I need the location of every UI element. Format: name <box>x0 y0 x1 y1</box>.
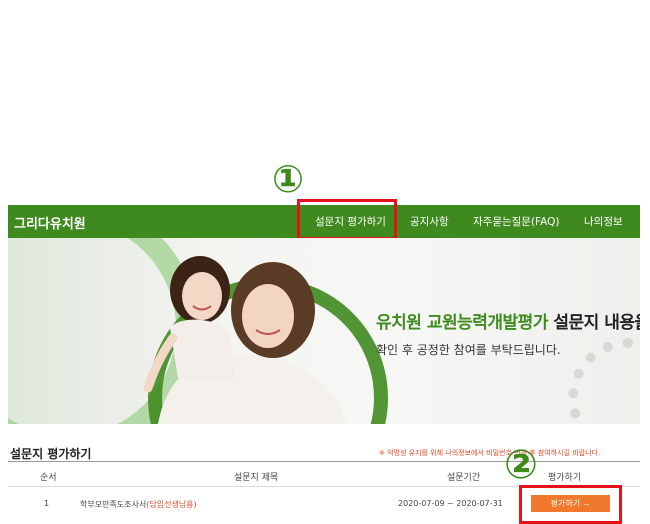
banner-headline: 유치원 교원능력개발평가 설문지 내용을 <box>376 308 640 333</box>
mother-daughter-illustration <box>143 256 346 424</box>
hero-banner: 유치원 교원능력개발평가 설문지 내용을 확인 후 공정한 참여를 부탁드립니다… <box>8 238 640 424</box>
step-1-marker: ① <box>272 157 305 201</box>
column-header-order: 순서 <box>40 473 57 483</box>
survey-title-text: 학부모만족도조사서 <box>80 500 147 509</box>
survey-target-text: (담임선생님용) <box>146 500 197 509</box>
section-title: 설문지 평가하기 <box>10 447 92 461</box>
step-2-marker: ② <box>504 442 538 488</box>
survey-table-header: 순서 설문지 제목 설문기간 평가하기 <box>8 461 640 487</box>
nav-item-notice[interactable]: 공지사항 <box>410 214 449 229</box>
banner-headline-tail: 설문지 내용을 <box>547 313 640 333</box>
column-header-evaluate: 평가하기 <box>548 473 582 483</box>
site-brand[interactable]: 그리다유치원 <box>14 213 86 232</box>
column-header-title: 설문지 제목 <box>234 473 279 483</box>
row-order-number: 1 <box>44 499 50 508</box>
banner-headline-highlight: 유치원 교원능력개발평가 <box>376 313 548 333</box>
nav-item-my-info[interactable]: 나의정보 <box>584 214 623 229</box>
banner-message: 유치원 교원능력개발평가 설문지 내용을 확인 후 공정한 참여를 부탁드립니다… <box>376 308 640 358</box>
column-header-period: 설문기간 <box>447 473 481 483</box>
row-survey-period: 2020-07-09 ~ 2020-07-31 <box>398 499 503 508</box>
row-survey-title[interactable]: 학부모만족도조사서(담임선생님용) <box>80 499 197 510</box>
anonymity-notice: ※ 익명성 유지를 위해 나의정보에서 비밀번호 변경 후 참여하시길 바랍니다… <box>379 449 601 457</box>
nav-item-faq[interactable]: 자주묻는질문(FAQ) <box>473 214 560 229</box>
banner-subline: 확인 후 공정한 참여를 부탁드립니다. <box>376 343 561 357</box>
highlight-box-evaluate-button <box>519 485 622 524</box>
highlight-box-survey-menu <box>297 199 397 240</box>
